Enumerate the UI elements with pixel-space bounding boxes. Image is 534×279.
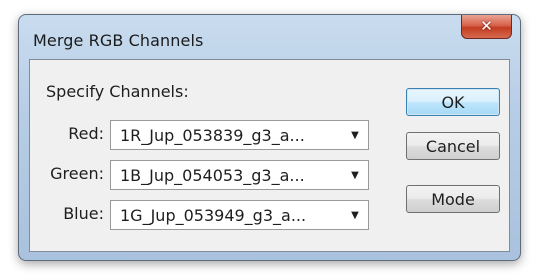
chevron-down-icon: ▼ xyxy=(351,129,359,141)
specify-channels-label: Specify Channels: xyxy=(46,82,189,101)
ok-button[interactable]: OK xyxy=(406,88,500,116)
merge-rgb-channels-dialog: Merge RGB Channels ✕ Specify Channels: R… xyxy=(18,14,521,261)
close-icon: ✕ xyxy=(480,17,493,35)
red-channel-label: Red: xyxy=(68,124,104,143)
mode-button[interactable]: Mode xyxy=(406,185,500,213)
green-channel-label: Green: xyxy=(50,164,104,183)
red-channel-value: 1R_Jup_053839_g3_a... xyxy=(120,125,305,145)
blue-channel-value: 1G_Jup_053949_g3_a... xyxy=(120,205,307,225)
cancel-button[interactable]: Cancel xyxy=(406,132,500,160)
page: Merge RGB Channels ✕ Specify Channels: R… xyxy=(0,0,534,279)
chevron-down-icon: ▼ xyxy=(351,209,359,221)
green-channel-select[interactable]: 1B_Jup_054053_g3_a... ▼ xyxy=(110,160,369,190)
chevron-down-icon: ▼ xyxy=(351,169,359,181)
green-channel-value: 1B_Jup_054053_g3_a... xyxy=(120,165,305,185)
red-channel-select[interactable]: 1R_Jup_053839_g3_a... ▼ xyxy=(110,120,369,150)
blue-channel-label: Blue: xyxy=(63,204,104,223)
window-title: Merge RGB Channels xyxy=(33,31,204,50)
dialog-client-area: Specify Channels: Red: 1R_Jup_053839_g3_… xyxy=(29,59,510,252)
close-button[interactable]: ✕ xyxy=(461,15,512,39)
title-bar[interactable]: Merge RGB Channels ✕ xyxy=(19,15,520,59)
blue-channel-select[interactable]: 1G_Jup_053949_g3_a... ▼ xyxy=(110,200,369,230)
